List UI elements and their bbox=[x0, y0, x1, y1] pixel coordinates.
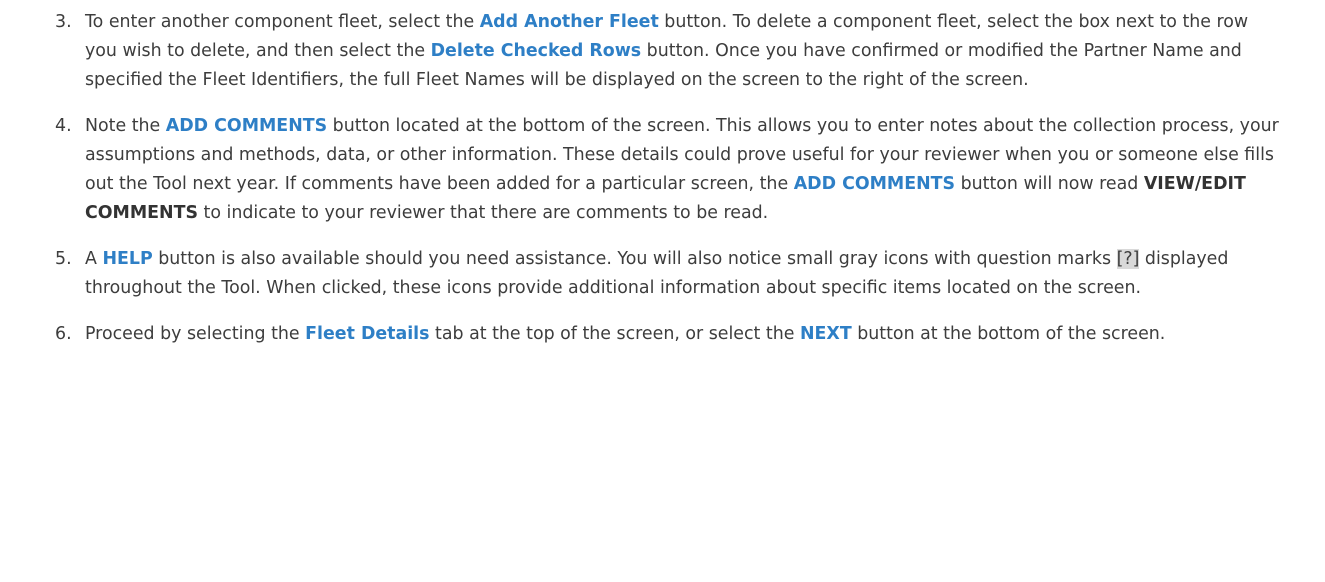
fleet-details-ref: Fleet Details bbox=[305, 324, 430, 344]
text-run: tab at the top of the screen, or select … bbox=[429, 324, 800, 344]
text-run: A bbox=[85, 249, 103, 269]
instruction-step: 4. Note the ADD COMMENTS button located a… bbox=[50, 112, 1285, 228]
text-run: button at the bottom of the screen. bbox=[851, 324, 1166, 344]
add-another-fleet-ref: Add Another Fleet bbox=[479, 12, 659, 32]
text-run: Proceed by selecting the bbox=[85, 324, 306, 344]
step-text: To enter another component fleet, select… bbox=[85, 12, 1248, 90]
text-run: to indicate to your reviewer that there … bbox=[197, 203, 769, 223]
add-comments-ref: ADD COMMENTS bbox=[165, 116, 328, 136]
step-text: Proceed by selecting the Fleet Details t… bbox=[85, 324, 1165, 344]
step-number: 4. bbox=[55, 116, 72, 136]
instruction-list: 3. To enter another component fleet, sele… bbox=[50, 8, 1285, 349]
document-page: 3. To enter another component fleet, sele… bbox=[0, 0, 1325, 582]
add-comments-ref: ADD COMMENTS bbox=[793, 174, 956, 194]
instruction-step: 3. To enter another component fleet, sele… bbox=[50, 8, 1285, 95]
text-run: button will now read bbox=[955, 174, 1144, 194]
text-run: To enter another component fleet, select… bbox=[85, 12, 480, 32]
instruction-step: 5. A HELP button is also available should… bbox=[50, 245, 1285, 303]
step-number: 5. bbox=[55, 249, 72, 269]
text-run: button is also available should you need… bbox=[152, 249, 1117, 269]
help-ref: HELP bbox=[102, 249, 153, 269]
text-run: Note the bbox=[85, 116, 166, 136]
instruction-step: 6. Proceed by selecting the Fleet Details… bbox=[50, 320, 1285, 349]
next-ref: NEXT bbox=[799, 324, 852, 344]
delete-checked-rows-ref: Delete Checked Rows bbox=[430, 41, 642, 61]
step-text: A HELP button is also available should y… bbox=[85, 249, 1228, 298]
step-number: 6. bbox=[55, 324, 72, 344]
question-mark-icon: [?] bbox=[1116, 249, 1140, 269]
step-number: 3. bbox=[55, 12, 72, 32]
step-text: Note the ADD COMMENTS button located at … bbox=[85, 116, 1279, 223]
